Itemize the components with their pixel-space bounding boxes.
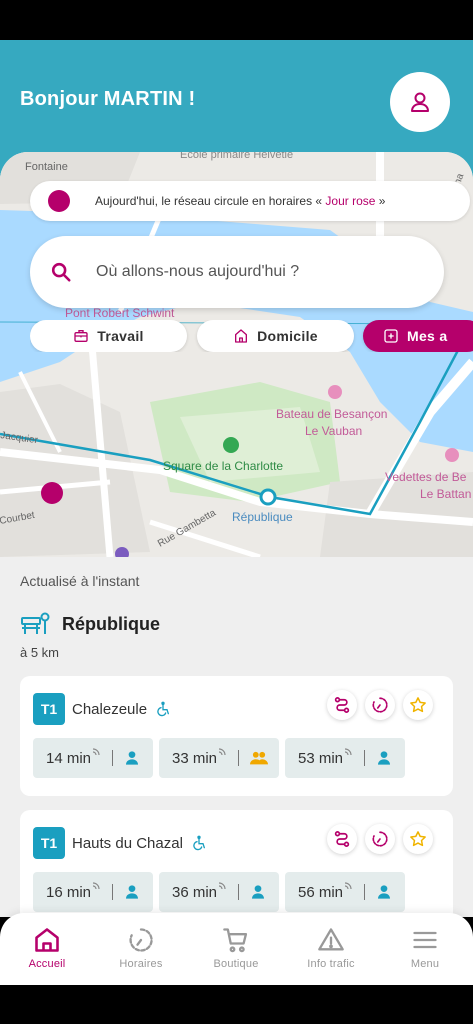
stop-header[interactable]: République [20, 612, 160, 636]
route-icon [334, 697, 350, 713]
tab-label: Menu [410, 958, 440, 970]
realtime-icon [92, 881, 100, 889]
shortcut-my-addresses[interactable]: Mes a [363, 320, 473, 352]
favorite-button[interactable] [403, 824, 433, 854]
tab-accueil[interactable]: Accueil [0, 913, 94, 985]
tab-label: Info trafic [307, 958, 355, 970]
bottom-tab-bar: Accueil Horaires Boutique Info trafic Me… [0, 913, 473, 985]
alert-highlight: Jour rose [325, 194, 376, 208]
departure-time: 33 min [159, 738, 279, 778]
line-badge: T1 [33, 693, 65, 725]
clock-icon [372, 831, 388, 847]
crowd-low-icon [126, 885, 138, 899]
realtime-icon [218, 747, 226, 755]
map-label-fontaine: Fontaine [25, 161, 68, 173]
profile-button[interactable] [390, 72, 450, 132]
departure-card[interactable]: T1 Hauts du Chazal 16 min 36 min 56 min [20, 810, 453, 930]
realtime-icon [344, 747, 352, 755]
realtime-icon [218, 881, 226, 889]
map-label-vauban: Le Vauban [305, 424, 362, 438]
crowd-medium-icon [250, 751, 268, 765]
map-label-vedettes: Vedettes de Be [385, 470, 467, 484]
tab-label: Boutique [213, 958, 259, 970]
map-label-republique: République [232, 510, 293, 524]
clock-icon [372, 697, 388, 713]
shortcut-home-label: Domicile [257, 328, 318, 344]
crowd-low-icon [378, 751, 390, 765]
add-square-icon [384, 329, 398, 343]
schedule-button[interactable] [365, 824, 395, 854]
star-icon [410, 697, 426, 713]
tab-label: Horaires [119, 958, 163, 970]
bus-stop-icon [21, 612, 50, 634]
cart-icon [223, 928, 248, 953]
destination: Hauts du Chazal [72, 834, 183, 852]
map-label-pont: Pont Robert Schwint [65, 306, 175, 320]
home-icon [35, 928, 59, 952]
tab-info-trafic[interactable]: Info trafic [284, 913, 378, 985]
map-label-bateau: Bateau de Besançon [276, 407, 387, 421]
route-icon [334, 831, 350, 847]
tab-menu[interactable]: Menu [378, 913, 472, 985]
crowd-low-icon [252, 885, 264, 899]
tab-horaires[interactable]: Horaires [94, 913, 188, 985]
line-badge: T1 [33, 827, 65, 859]
shortcut-work-label: Travail [97, 328, 144, 344]
map-label-square: Square de la Charlotte [163, 459, 283, 473]
departure-card[interactable]: T1 Chalezeule 14 min 33 min 53 min [20, 676, 453, 796]
status-bar [0, 0, 473, 40]
departure-time: 36 min [159, 872, 279, 912]
person-icon [411, 92, 429, 112]
star-icon [410, 831, 426, 847]
briefcase-icon [74, 330, 88, 342]
network-alert-banner[interactable]: Aujourd'hui, le réseau circule en horair… [30, 181, 470, 221]
itinerary-button[interactable] [327, 690, 357, 720]
day-color-indicator [48, 190, 70, 212]
crowd-low-icon [378, 885, 390, 899]
stop-distance: à 5 km [20, 645, 60, 660]
departure-time: 53 min [285, 738, 405, 778]
home-icon [235, 329, 248, 343]
search-input[interactable] [96, 263, 416, 281]
tab-label: Accueil [28, 958, 66, 970]
shortcut-home[interactable]: Domicile [197, 320, 354, 352]
stop-name: République [62, 613, 160, 634]
greeting: Bonjour MARTIN ! [20, 88, 196, 110]
wheelchair-icon [193, 835, 205, 851]
departure-time: 56 min [285, 872, 405, 912]
search-icon [50, 261, 72, 283]
shortcut-my-addresses-label: Mes a [407, 328, 448, 344]
crowd-low-icon [126, 751, 138, 765]
map-label-ecole: Ecole primaire Helvetie [180, 152, 293, 161]
system-nav-bar [0, 985, 473, 1024]
clock-icon [129, 928, 153, 952]
tab-boutique[interactable]: Boutique [189, 913, 283, 985]
itinerary-button[interactable] [327, 824, 357, 854]
alert-text: Aujourd'hui, le réseau circule en horair… [95, 194, 386, 208]
shortcut-work[interactable]: Travail [30, 320, 187, 352]
map-label-battant: Le Battan [420, 487, 471, 501]
update-status: Actualisé à l'instant [20, 573, 140, 589]
warning-icon [318, 928, 344, 951]
menu-icon [413, 931, 437, 949]
realtime-icon [92, 747, 100, 755]
wheelchair-icon [157, 701, 170, 717]
destination: Chalezeule [72, 700, 148, 718]
shortcut-chips: Travail Domicile Mes a [30, 320, 473, 352]
departure-time: 16 min [33, 872, 153, 912]
search-bar[interactable] [30, 236, 444, 308]
schedule-button[interactable] [365, 690, 395, 720]
departure-time: 14 min [33, 738, 153, 778]
favorite-button[interactable] [403, 690, 433, 720]
realtime-icon [344, 881, 352, 889]
